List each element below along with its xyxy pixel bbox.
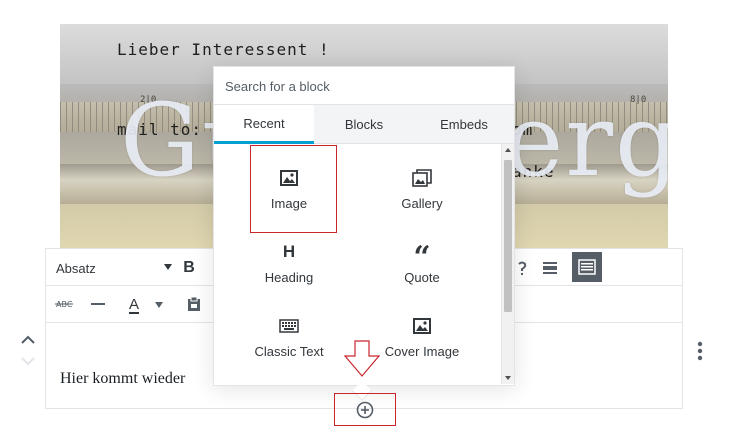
horizontal-rule-icon: [91, 303, 105, 305]
align-wide-icon: [543, 262, 557, 274]
block-item-cover-image[interactable]: Cover Image: [378, 293, 466, 381]
block-item-label: Quote: [404, 269, 440, 285]
align-full-button[interactable]: [572, 252, 602, 282]
chevron-down-icon: [21, 356, 35, 365]
clipboard-icon: [188, 296, 200, 311]
align-full-icon: [578, 259, 596, 275]
block-item-label: Image: [270, 195, 308, 211]
move-down-button[interactable]: [18, 352, 38, 370]
strikethrough-button[interactable]: ABC: [52, 292, 76, 316]
block-item-label: Classic Text: [254, 343, 324, 359]
block-item-label: Gallery: [401, 195, 443, 211]
horizontal-rule-button[interactable]: [86, 292, 110, 316]
strikethrough-icon: ABC: [55, 300, 73, 309]
chevron-up-icon: [21, 335, 35, 344]
block-item-label: Heading: [264, 269, 314, 285]
text-color-label: A: [128, 295, 139, 313]
chevron-down-icon: [164, 264, 172, 270]
add-block-button[interactable]: [334, 393, 396, 426]
align-button[interactable]: [537, 255, 563, 281]
plus-circle-icon: [356, 401, 374, 418]
gallery-icon: [412, 168, 432, 188]
inserter-tabs: Recent Blocks Embeds: [214, 104, 514, 144]
block-search-input[interactable]: [215, 68, 513, 104]
scrollbar-thumb[interactable]: [504, 160, 512, 312]
tab-recent[interactable]: Recent: [214, 105, 314, 144]
move-up-button[interactable]: [18, 330, 38, 348]
tab-embeds[interactable]: Embeds: [414, 105, 514, 144]
text-color-button[interactable]: A: [122, 291, 146, 317]
block-type-label: Absatz: [56, 260, 96, 276]
cover-image-icon: [413, 316, 431, 336]
keyboard-icon: [279, 316, 299, 336]
quote-icon: “: [413, 240, 431, 275]
text-color-dropdown[interactable]: [154, 300, 164, 310]
tab-blocks[interactable]: Blocks: [314, 105, 414, 144]
scroll-up-icon[interactable]: [505, 148, 511, 152]
bold-button[interactable]: B: [176, 255, 202, 281]
scroll-down-icon[interactable]: [505, 376, 511, 380]
block-list-scrollbar[interactable]: [501, 144, 514, 384]
block-type-select[interactable]: Absatz: [56, 257, 174, 279]
block-item-label: Cover Image: [384, 343, 460, 359]
chevron-down-icon: [155, 302, 163, 308]
arrow-down-annotation-icon: [343, 340, 381, 377]
paragraph-text[interactable]: Hier kommt wieder: [60, 370, 185, 388]
block-inserter-popover: Recent Blocks Embeds Image Gallery H Hea…: [213, 66, 515, 386]
block-item-classic-text[interactable]: Classic Text: [245, 293, 333, 381]
image-icon: [280, 168, 298, 188]
help-icon: [518, 261, 527, 275]
paste-text-button[interactable]: [182, 292, 206, 316]
heading-icon: H: [282, 241, 296, 261]
more-options-button[interactable]: [690, 338, 710, 364]
ellipsis-vertical-icon: [697, 341, 703, 361]
typed-line: Lieber Interessent !: [117, 40, 330, 59]
